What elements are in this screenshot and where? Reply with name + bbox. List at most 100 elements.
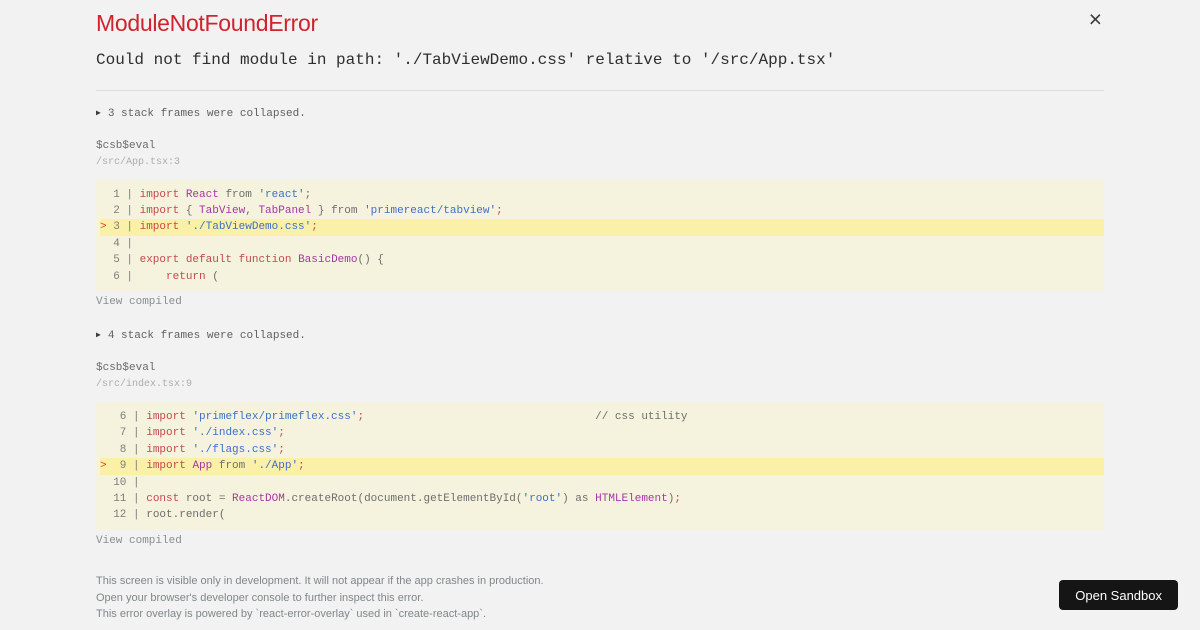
code-line: 4 | [100,236,1104,252]
code-token: App [192,460,213,473]
code-token: ( [205,270,219,283]
code-token: TabPanel [258,204,312,217]
view-compiled-link[interactable]: View compiled [96,296,1104,309]
code-token: 'primeflex/primeflex.css' [192,410,358,423]
code-token: 4 | [100,237,140,250]
code-token: { [179,204,200,217]
code-line: 12 | root.render( [100,507,1104,523]
code-token: export [139,254,180,267]
code-token: 12 | [100,509,147,522]
code-token: , [245,204,259,217]
close-icon: × [1088,6,1102,32]
code-line: 5 | export default function BasicDemo() … [100,252,1104,268]
code-token: 10 | [100,476,147,489]
code-token: ; [674,492,681,505]
code-token: BasicDemo [298,254,358,267]
code-token: import [139,188,180,201]
footer-note: This screen is visible only in developme… [96,575,544,587]
code-token: import [139,204,180,217]
code-token: 3 | [113,221,140,234]
code-token: .createRoot(document.getElementById( [284,492,523,505]
code-token: root = [179,492,233,505]
code-frame: 1 | import React from 'react'; 2 | impor… [96,180,1104,292]
code-frame: 6 | import 'primeflex/primeflex.css'; //… [96,402,1104,531]
code-token: 'primereact/tabview' [364,204,497,217]
code-token: import [146,410,186,423]
error-title: ModuleNotFoundError [96,10,318,36]
code-token: ; [311,221,318,234]
code-token: 8 | [100,443,147,456]
close-button[interactable]: × [1089,8,1102,31]
divider [96,90,1104,91]
code-token: default [185,254,233,267]
code-token: './App' [251,460,299,473]
footer-note: This error overlay is powered by `react-… [96,608,487,621]
code-token: 7 | [100,427,147,440]
code-line: 1 | import React from 'react'; [100,187,1104,203]
error-message: Could not find module in path: './TabVie… [96,51,836,69]
code-line: 10 | [100,475,1104,491]
code-token: // css utility [364,410,688,423]
code-token: 6 | [100,410,147,423]
code-token: root.render( [146,509,226,522]
code-token: './flags.css' [192,443,279,456]
collapsed-frames-label: 4 stack frames were collapsed. [107,330,306,343]
code-token: 2 | [100,204,140,217]
triangle-right-icon: ▶ [96,109,101,118]
code-token: import [146,443,186,456]
code-token: import [146,427,186,440]
frame-function-name: $csb$eval [96,362,156,375]
code-token: 'react' [258,188,305,201]
code-token: () { [357,254,384,267]
code-token: HTMLElement [595,492,668,505]
code-line: 11 | const root = ReactDOM.createRoot(do… [100,491,1104,507]
footer-notes: This screen is visible only in developme… [96,573,544,623]
collapsed-frames-toggle[interactable]: ▶ 4 stack frames were collapsed. [96,329,1104,343]
code-token: 1 | [100,188,140,201]
code-token: ; [298,460,305,473]
code-token: ; [304,188,312,201]
code-token: > [100,460,114,473]
footer-note: Open your browser's developer console to… [96,591,424,604]
frame-location: /src/index.tsx:9 [96,379,193,391]
frame-location: /src/App.tsx:3 [96,157,181,168]
code-token: './TabViewDemo.css' [185,221,312,234]
code-token: 9 | [113,460,147,473]
code-token: > [100,221,114,234]
code-line: 2 | import { TabView, TabPanel } from 'p… [100,203,1104,219]
code-token: ; [278,443,285,456]
code-token: 11 | [100,492,147,505]
collapsed-frames-toggle[interactable]: ▶ 3 stack frames were collapsed. [96,107,1104,121]
frame-function-name: $csb$eval [96,140,156,152]
code-line: > 3 | import './TabViewDemo.css'; [100,219,1104,236]
code-token: ) as [562,492,596,505]
triangle-right-icon: ▶ [96,331,101,341]
stack-frames-area: ▶ 3 stack frames were collapsed. $csb$eval… [96,107,1104,568]
code-line: 8 | import './flags.css'; [100,442,1104,458]
code-token: React [185,188,219,201]
view-compiled-link[interactable]: View compiled [96,535,1104,548]
code-line: > 9 | import App from './App'; [100,458,1104,475]
code-line: 7 | import './index.css'; [100,425,1104,441]
code-token: ReactDOM [232,492,285,505]
code-token: ; [278,427,285,440]
code-token: const [146,492,180,505]
code-token: } from [311,204,365,217]
code-token: function [238,254,292,267]
code-token: from [212,460,252,473]
collapsed-frames-label: 3 stack frames were collapsed. [107,108,306,120]
code-token: ; [496,204,503,217]
code-token: import [139,221,180,234]
code-line: 6 | import 'primeflex/primeflex.css'; //… [100,409,1104,425]
code-line: 6 | return ( [100,269,1104,285]
error-overlay: { "overlay": { "title": "ModuleNotFoundE… [0,0,1200,630]
code-token: import [146,460,186,473]
code-token: 6 | [100,270,140,283]
code-token: 'root' [522,492,563,505]
code-token: return [166,270,206,283]
open-sandbox-button[interactable]: Open Sandbox [1059,580,1178,610]
